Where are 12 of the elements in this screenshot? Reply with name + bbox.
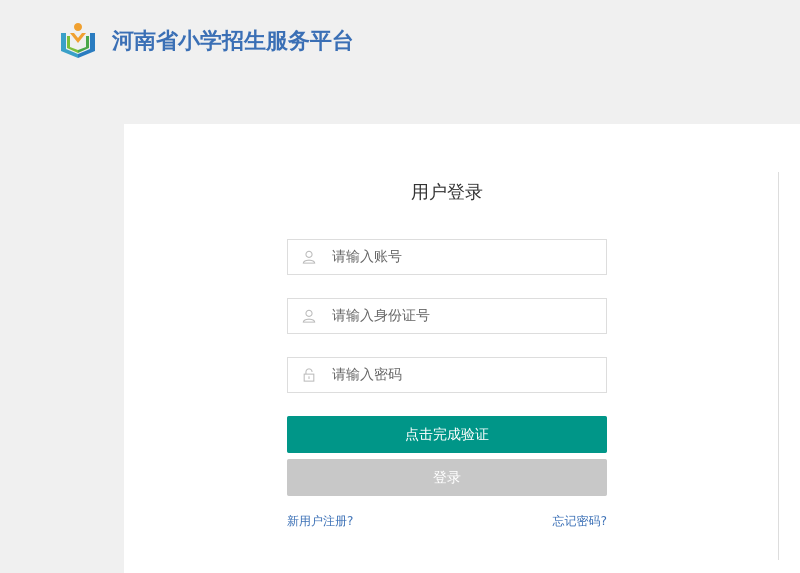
lock-icon [302,368,316,382]
user-icon [302,250,316,264]
verify-button[interactable]: 点击完成验证 [287,416,607,453]
user-icon [302,309,316,323]
input-field[interactable]: 请输入身份证号 [287,298,607,334]
form-title: 用户登录 [410,181,484,205]
site-title: 河南省小学招生服务平台 [112,28,354,56]
book-logo-icon [58,21,98,61]
forgot-password-link[interactable]: 忘记密码? [552,513,607,530]
input-field[interactable]: 请输入账号 [287,239,607,275]
register-link[interactable]: 新用户注册? [287,513,354,530]
input-field[interactable]: 请输入密码 [287,357,607,393]
